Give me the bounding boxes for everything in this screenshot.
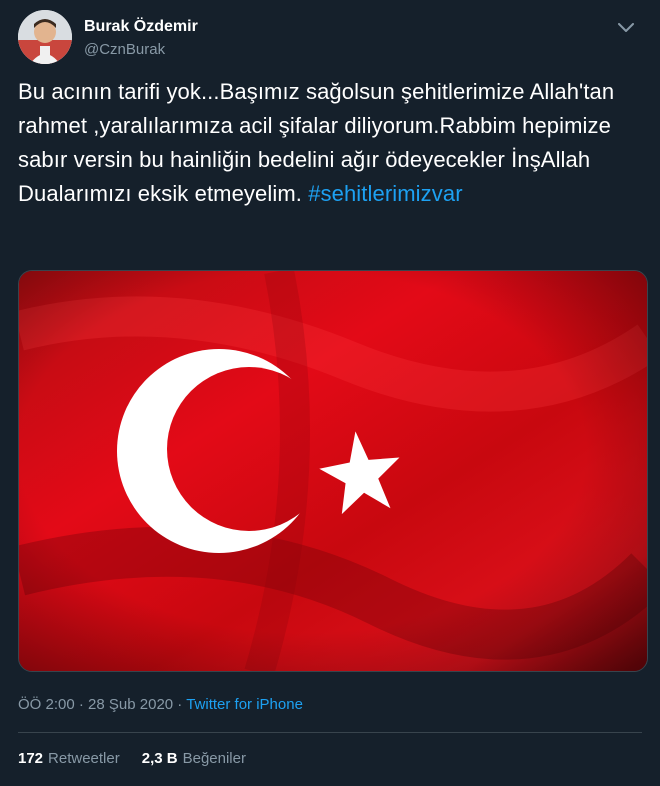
tweet-header: Burak Özdemir @CznBurak xyxy=(18,10,642,66)
tweet-source[interactable]: Twitter for iPhone xyxy=(186,696,303,713)
meta-separator-2: · xyxy=(177,696,183,713)
tweet-time[interactable]: ÖÖ 2:00 xyxy=(18,696,75,713)
tweet-card: Burak Özdemir @CznBurak Bu acının tarifi… xyxy=(0,0,660,786)
hashtag-link[interactable]: #sehitlerimizvar xyxy=(308,181,462,206)
retweets-stat[interactable]: 172 Retweetler xyxy=(18,750,120,767)
chevron-down-icon[interactable] xyxy=(614,16,638,40)
tweet-media[interactable] xyxy=(18,270,648,672)
retweets-count: 172 xyxy=(18,750,44,767)
divider xyxy=(18,732,642,733)
likes-stat[interactable]: 2,3 B Beğeniler xyxy=(142,750,246,767)
user-handle[interactable]: @CznBurak xyxy=(84,41,165,58)
tweet-meta: ÖÖ 2:00 · 28 Şub 2020 · Twitter for iPho… xyxy=(18,696,303,713)
tweet-date[interactable]: 28 Şub 2020 xyxy=(88,696,173,713)
avatar[interactable] xyxy=(18,10,72,64)
likes-label: Beğeniler xyxy=(182,750,246,767)
likes-count: 2,3 B xyxy=(141,750,178,767)
tweet-text: Bu acının tarifi yok...Başımız sağolsun … xyxy=(18,75,642,211)
retweets-label: Retweetler xyxy=(48,750,120,767)
user-name[interactable]: Burak Özdemir xyxy=(84,18,198,36)
tweet-stats: 172 Retweetler 2,3 B Beğeniler xyxy=(18,750,246,767)
meta-separator: · xyxy=(78,696,84,713)
turkish-flag-image xyxy=(19,271,647,671)
avatar-image xyxy=(18,10,72,64)
